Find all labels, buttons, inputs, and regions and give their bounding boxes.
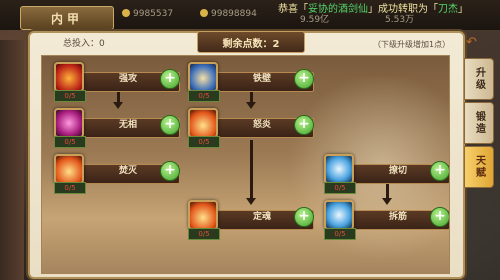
add-point-button[interactable]: +	[294, 207, 314, 227]
talent-node-fenmie[interactable]: 焚灭 0/5 +	[54, 154, 180, 194]
tendon-break-skill-icon[interactable]	[324, 200, 354, 230]
attack-skill-icon[interactable]	[54, 62, 84, 92]
burn-skill-icon[interactable]	[54, 154, 84, 184]
talent-header: 总投入：0 剩余点数：2 （下级升级增加1点）	[30, 31, 460, 53]
node-label: 焚灭	[118, 166, 137, 176]
resource-gold: 99898894	[200, 9, 257, 19]
talent-node-wuxiang[interactable]: 无相 0/5 +	[54, 108, 180, 148]
tab-talent[interactable]: 天赋	[464, 146, 494, 188]
soul-lock-skill-icon[interactable]	[188, 200, 218, 230]
arrow-head	[382, 198, 392, 205]
formless-skill-icon[interactable]	[54, 108, 84, 138]
node-level: 0/5	[188, 228, 220, 240]
node-label: 无相	[118, 120, 137, 130]
node-level: 0/5	[54, 182, 86, 194]
flame-skill-icon[interactable]	[188, 108, 218, 138]
node-level: 0/5	[54, 90, 86, 102]
add-point-button[interactable]: +	[294, 69, 314, 89]
talent-node-qianggong[interactable]: 强攻 0/5 +	[54, 62, 180, 102]
shield-skill-icon[interactable]	[188, 62, 218, 92]
tab-forge[interactable]: 锻造	[464, 102, 494, 144]
talent-node-liaoqie[interactable]: 撩切 0/5 +	[324, 154, 449, 194]
back-arrow-icon[interactable]: ↶	[466, 36, 480, 50]
talent-node-nuyan[interactable]: 怒炎 0/5 +	[188, 108, 314, 148]
total-invest: 总投入：0	[63, 39, 105, 49]
add-point-button[interactable]: +	[294, 115, 314, 135]
window-title: 内甲	[20, 6, 114, 30]
top-bar: 内甲 9985537 99898894 9.59亿 5.53万 恭喜「妥协的酒剑…	[0, 0, 500, 30]
node-level: 0/5	[54, 136, 86, 148]
gold-coin-icon	[200, 9, 208, 17]
talent-node-tiebi[interactable]: 铁壁 0/5 +	[188, 62, 314, 102]
add-point-button[interactable]: +	[160, 69, 180, 89]
arrow-head	[246, 198, 256, 205]
upgrade-hint: （下级升级增加1点）	[373, 40, 451, 49]
talent-tree: 强攻 0/5 + 铁壁 0/5 + 无相 0/5 + 怒炎 0/5 + 焚灭 0…	[41, 55, 450, 274]
node-label: 定魂	[252, 212, 271, 222]
arrow-head	[113, 102, 123, 109]
node-level: 0/5	[188, 136, 220, 148]
talent-node-chaijin[interactable]: 拆筋 0/5 +	[324, 200, 449, 240]
remaining-points: 剩余点数：2	[197, 31, 305, 53]
node-level: 0/5	[188, 90, 220, 102]
node-level: 0/5	[324, 182, 356, 194]
node-label: 强攻	[118, 74, 137, 84]
add-point-button[interactable]: +	[160, 115, 180, 135]
node-label: 铁壁	[252, 74, 271, 84]
add-point-button[interactable]: +	[430, 207, 449, 227]
add-point-button[interactable]: +	[160, 161, 180, 181]
node-label: 拆筋	[388, 212, 407, 222]
node-label: 怒炎	[252, 120, 271, 130]
silver-coin-icon	[122, 9, 130, 17]
connector-arrow	[250, 140, 253, 200]
add-point-button[interactable]: +	[430, 161, 449, 181]
slash-skill-icon[interactable]	[324, 154, 354, 184]
tab-upgrade[interactable]: 升级	[464, 58, 494, 100]
left-decoration	[0, 40, 24, 280]
talent-node-dinghun[interactable]: 定魂 0/5 +	[188, 200, 314, 240]
broadcast-notice: 恭喜「妥协的酒剑仙」成功转职为「刀杰」	[278, 4, 468, 15]
resource-silver: 9985537	[122, 9, 173, 19]
arrow-head	[246, 102, 256, 109]
node-level: 0/5	[324, 228, 356, 240]
node-label: 撩切	[388, 166, 407, 176]
